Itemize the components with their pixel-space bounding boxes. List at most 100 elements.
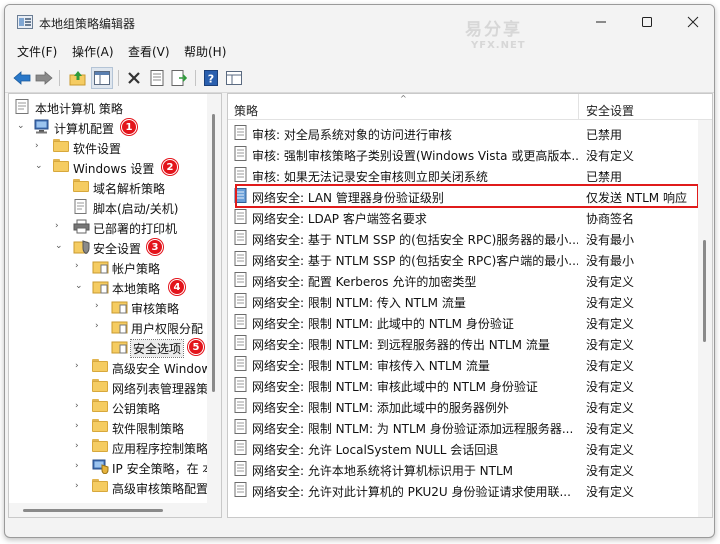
- properties-button[interactable]: [146, 67, 168, 89]
- policy-row[interactable]: 网络安全: 允许 LocalSystem NULL 会话回退 没有定义: [228, 437, 698, 458]
- column-divider[interactable]: [578, 94, 579, 120]
- close-button[interactable]: [670, 5, 714, 39]
- tree-vertical-scrollbar[interactable]: [207, 94, 221, 504]
- policy-name: 网络安全: 限制 NTLM: 添加此域中的服务器例外: [252, 401, 509, 415]
- policy-row[interactable]: 网络安全: 限制 NTLM: 到远程服务器的传出 NTLM 流量 没有定义: [228, 332, 698, 353]
- tree-item-public-key-policies[interactable]: › 公钥策略: [9, 397, 209, 417]
- tree-item-security-options[interactable]: 安全选项: [9, 337, 209, 358]
- back-button[interactable]: [11, 67, 33, 89]
- tree-item-user-rights[interactable]: › 用户权限分配: [9, 317, 209, 337]
- policy-row[interactable]: 网络安全: 限制 NTLM: 为 NTLM 身份验证添加远程服务器... 没有定义: [228, 416, 698, 437]
- chevron-right-icon[interactable]: ›: [95, 300, 105, 312]
- forward-button[interactable]: [33, 67, 55, 89]
- computer-icon: [34, 119, 49, 134]
- sort-ascending-icon: ^: [400, 94, 407, 103]
- export-list-button[interactable]: [168, 67, 190, 89]
- policy-row[interactable]: 网络安全: 允许本地系统将计算机标识用于 NTLM 没有定义: [228, 458, 698, 479]
- title-bar[interactable]: 本地组策略编辑器 易分享 YFX.NET: [5, 5, 714, 51]
- properties-icon: [150, 70, 164, 86]
- scrollbar-thumb[interactable]: [23, 509, 163, 512]
- policy-setting-icon: [234, 293, 247, 308]
- menu-help[interactable]: 帮助(H): [184, 43, 226, 60]
- policy-security-setting: 没有定义: [586, 296, 635, 310]
- folder-icon: [92, 359, 108, 372]
- tree-item-scripts[interactable]: 脚本(启动/关机): [9, 197, 209, 217]
- chevron-right-icon[interactable]: ›: [35, 140, 45, 152]
- up-level-button[interactable]: [67, 67, 89, 89]
- tree-item-software-restriction[interactable]: › 软件限制策略: [9, 417, 209, 437]
- policy-list-pane[interactable]: ^ 策略 安全设置 审核: 对全局系统对象的访问进行审核 已禁用 审核: 强制审核策…: [227, 93, 713, 518]
- tree-item-ip-security[interactable]: › IP 安全策略，在 本: [9, 457, 214, 477]
- list-vertical-scrollbar[interactable]: [698, 120, 712, 517]
- tree-pane[interactable]: 本地计算机 策略 ⌄ 计算机配置 › 软件设置 ⌄ Windows 设置 域名解…: [8, 93, 222, 518]
- chevron-down-icon[interactable]: ⌄: [17, 120, 27, 132]
- tree-item-audit-policy[interactable]: › 审核策略: [9, 297, 209, 317]
- policy-row[interactable]: 网络安全: 基于 NTLM SSP 的(包括安全 RPC)客户端的最小... 没有…: [228, 248, 698, 269]
- policy-security-setting: 没有最小: [586, 254, 635, 268]
- tree-item-windows-settings[interactable]: ⌄ Windows 设置: [9, 157, 209, 177]
- chevron-right-icon[interactable]: ›: [95, 320, 105, 332]
- show-hide-tree-button[interactable]: [91, 67, 113, 89]
- policy-row[interactable]: 网络安全: 限制 NTLM: 审核传入 NTLM 流量 没有定义: [228, 353, 698, 374]
- tree-item-account-policies[interactable]: › 帐户策略: [9, 257, 209, 277]
- delete-button[interactable]: [123, 67, 145, 89]
- extended-view-button[interactable]: [223, 67, 245, 89]
- column-header-policy[interactable]: 策略: [234, 102, 258, 119]
- policy-row[interactable]: 审核: 强制审核策略子类别设置(Windows Vista 或更高版本... 没有…: [228, 143, 698, 164]
- policy-security-setting: 没有定义: [586, 464, 635, 478]
- annotation-badge: 5: [188, 339, 204, 355]
- policy-row[interactable]: 网络安全: 限制 NTLM: 传入 NTLM 流量 没有定义: [228, 290, 698, 311]
- tree-item-network-list-manager[interactable]: 网络列表管理器策略: [9, 377, 220, 397]
- tree-item-deployed-printers[interactable]: › 已部署的打印机: [9, 217, 209, 237]
- tree-item-computer-config[interactable]: ⌄ 计算机配置: [9, 117, 209, 137]
- scrollbar-thumb[interactable]: [212, 114, 215, 392]
- policy-row[interactable]: 网络安全: 允许对此计算机的 PKU2U 身份验证请求使用联... 没有定义: [228, 479, 698, 500]
- maximize-button[interactable]: [624, 5, 670, 39]
- policy-name: 网络安全: 限制 NTLM: 为 NTLM 身份验证添加远程服务器...: [252, 422, 574, 436]
- tree-horizontal-scrollbar[interactable]: [9, 503, 221, 517]
- tree-item-software-settings[interactable]: › 软件设置: [9, 137, 209, 157]
- menu-view[interactable]: 查看(V): [128, 43, 170, 60]
- chevron-right-icon[interactable]: ›: [75, 400, 85, 412]
- folder-icon: [92, 439, 108, 452]
- chevron-down-icon[interactable]: ⌄: [35, 160, 45, 172]
- policy-row[interactable]: 网络安全: 限制 NTLM: 审核此域中的 NTLM 身份验证 没有定义: [228, 374, 698, 395]
- window-title: 本地组策略编辑器: [39, 17, 136, 31]
- menu-file[interactable]: 文件(F): [17, 43, 57, 60]
- scrollbar-thumb[interactable]: [703, 240, 706, 342]
- tree-item-application-control[interactable]: › 应用程序控制策略: [9, 437, 209, 457]
- policy-row[interactable]: 网络安全: 基于 NTLM SSP 的(包括安全 RPC)服务器的最小... 没有…: [228, 227, 698, 248]
- tree-item-name-resolution-policy[interactable]: 域名解析策略: [9, 177, 209, 197]
- chevron-right-icon[interactable]: ›: [75, 420, 85, 432]
- tree-item-security-settings[interactable]: ⌄ 安全设置: [9, 237, 209, 257]
- chevron-down-icon[interactable]: ⌄: [75, 280, 85, 292]
- minimize-button[interactable]: [578, 5, 624, 39]
- menu-action[interactable]: 操作(A): [72, 43, 114, 60]
- policy-name: 网络安全: 允许对此计算机的 PKU2U 身份验证请求使用联...: [252, 485, 571, 499]
- policy-row[interactable]: 网络安全: 限制 NTLM: 此域中的 NTLM 身份验证 没有定义: [228, 311, 698, 332]
- policy-security-setting: 没有定义: [586, 149, 635, 163]
- help-button[interactable]: ?: [200, 67, 222, 89]
- policy-folder-icon: [111, 321, 128, 334]
- policy-setting-icon: [234, 419, 247, 434]
- chevron-right-icon[interactable]: ›: [75, 460, 85, 472]
- policy-row[interactable]: 网络安全: LDAP 客户端签名要求 协商签名: [228, 206, 698, 227]
- column-header-security-setting[interactable]: 安全设置: [586, 102, 634, 119]
- chevron-right-icon[interactable]: ›: [75, 360, 85, 372]
- chevron-right-icon[interactable]: ›: [75, 480, 85, 492]
- policy-setting-icon: [234, 482, 247, 497]
- policy-row[interactable]: 审核: 对全局系统对象的访问进行审核 已禁用: [228, 122, 698, 143]
- annotation-badge: 2: [162, 159, 178, 175]
- tree-item-advanced-audit[interactable]: › 高级审核策略配置: [9, 477, 209, 497]
- chevron-right-icon[interactable]: ›: [75, 440, 85, 452]
- chevron-down-icon[interactable]: ⌄: [55, 240, 65, 252]
- policy-row[interactable]: 审核: 如果无法记录安全审核则立即关闭系统 已禁用: [228, 164, 698, 185]
- chevron-right-icon[interactable]: ›: [55, 220, 65, 232]
- chevron-right-icon[interactable]: ›: [75, 260, 85, 272]
- policy-row[interactable]: 网络安全: 限制 NTLM: 添加此域中的服务器例外 没有定义: [228, 395, 698, 416]
- tree-item-advanced-firewall[interactable]: › 高级安全 Windows: [9, 357, 217, 377]
- policy-security-setting: 没有最小: [586, 233, 635, 247]
- policy-security-setting: 没有定义: [586, 380, 635, 394]
- tree-item-local-computer-policy[interactable]: 本地计算机 策略: [9, 97, 209, 117]
- policy-row[interactable]: 网络安全: 配置 Kerberos 允许的加密类型 没有定义: [228, 269, 698, 290]
